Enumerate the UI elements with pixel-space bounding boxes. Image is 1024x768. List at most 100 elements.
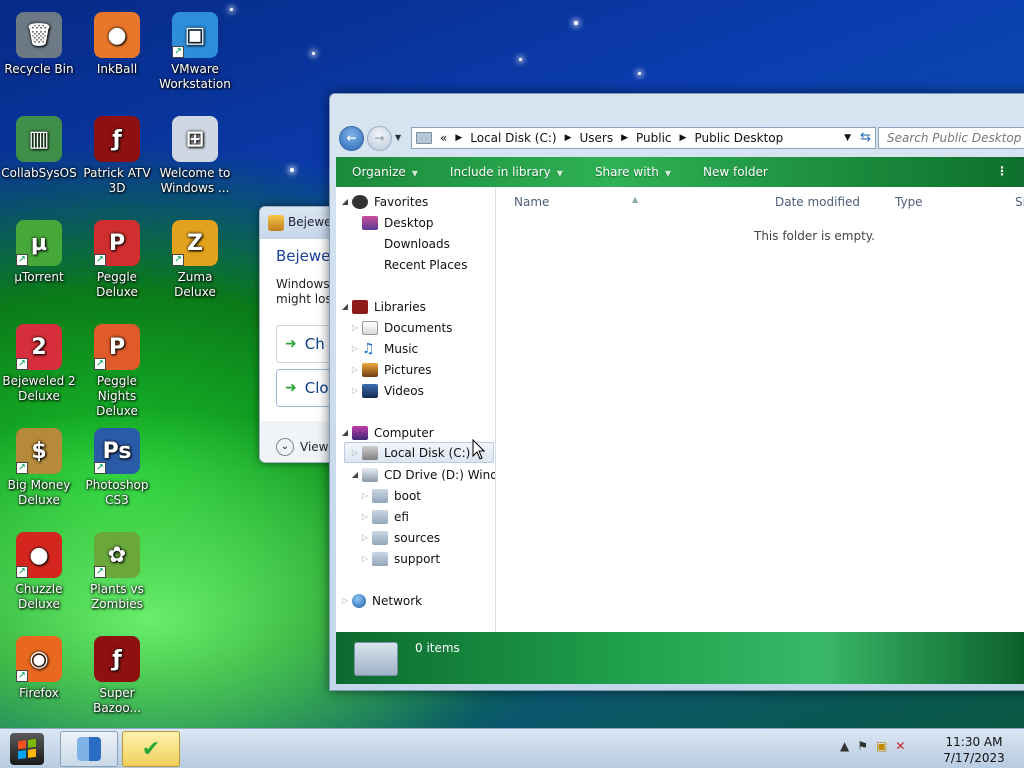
breadcrumb-overflow[interactable]: « (440, 131, 447, 145)
desktop-icon[interactable]: 🗑 Recycle Bin (0, 12, 78, 77)
checklist-icon: ✔ (141, 736, 161, 762)
nav-computer[interactable]: ◢ Computer (340, 422, 434, 443)
nav-music[interactable]: ▷ ♫ Music (350, 338, 418, 359)
nav-favorites[interactable]: ◢ Favorites (340, 191, 428, 212)
shortcut-arrow-icon: ↗ (16, 254, 28, 266)
nav-folder-sources[interactable]: ▷ sources (360, 527, 440, 548)
volume-muted-icon[interactable]: ✕ (895, 739, 905, 753)
collapse-triangle-icon[interactable]: ▷ (360, 533, 370, 542)
collapse-triangle-icon[interactable]: ▷ (340, 596, 350, 605)
breadcrumb-item[interactable]: Local Disk (C:) (470, 131, 556, 145)
dialog-footer[interactable]: ⌄ View (260, 421, 338, 462)
clock-time: 11:30 AM (945, 735, 1003, 749)
expand-triangle-icon[interactable]: ◢ (350, 470, 360, 479)
desktop-icon[interactable]: ● ↗ Chuzzle Deluxe (0, 532, 78, 612)
desktop-icon[interactable]: Z ↗ Zuma Deluxe (156, 220, 234, 300)
desktop-icon[interactable]: ▥ CollabSysOS (0, 116, 78, 181)
share-with-button[interactable]: Share with ▼ (579, 165, 687, 179)
start-button[interactable] (10, 733, 44, 765)
flash-icon: ƒ (94, 116, 140, 162)
nav-libraries[interactable]: ◢ Libraries (340, 296, 426, 317)
nav-network[interactable]: ▷ Network (340, 590, 422, 611)
nav-pictures[interactable]: ▷ Pictures (350, 359, 432, 380)
expand-triangle-icon[interactable]: ◢ (340, 428, 350, 437)
desktop-icon[interactable]: µ ↗ µTorrent (0, 220, 78, 285)
search-input[interactable]: Search Public Desktop (878, 127, 1024, 149)
forward-button[interactable]: → (367, 126, 392, 151)
nav-folder-support[interactable]: ▷ support (360, 548, 440, 569)
dialog-titlebar[interactable]: Bejewel (260, 207, 338, 239)
show-hidden-icons-icon[interactable]: ▲ (840, 739, 849, 753)
wallpaper-star (312, 52, 315, 55)
desktop-icon[interactable]: ✿ ↗ Plants vs Zombies (78, 532, 156, 612)
details-pane: 0 items (336, 632, 1024, 684)
column-type[interactable]: Type (895, 195, 923, 209)
desktop-icon[interactable]: $ ↗ Big Money Deluxe (0, 428, 78, 508)
recycle-bin-icon: 🗑 (16, 12, 62, 58)
taskbar-checklist-button[interactable]: ✔ (122, 731, 180, 767)
collapse-triangle-icon[interactable]: ▷ (350, 448, 360, 457)
desktop-icon-label: Big Money Deluxe (7, 478, 71, 507)
desktop-icon[interactable]: P ↗ Peggle Nights Deluxe (78, 324, 156, 419)
more-options-icon[interactable]: ⋮ (996, 164, 1008, 178)
collapse-triangle-icon[interactable]: ▷ (360, 512, 370, 521)
collapse-triangle-icon[interactable]: ▷ (360, 491, 370, 500)
new-folder-button[interactable]: New folder (687, 165, 784, 179)
desktop-icon-label: Super Bazoo... (93, 686, 141, 715)
collapse-triangle-icon[interactable]: ▷ (350, 365, 360, 374)
organize-button[interactable]: Organize ▼ (336, 165, 434, 179)
address-dropdown-icon[interactable]: ▼ (844, 133, 851, 143)
action-center-flag-icon[interactable]: ⚑ (857, 739, 868, 753)
explorer-window: ← → ▼ « ▶ Local Disk (C:) ▶ Users ▶ Publ… (329, 93, 1024, 691)
network-warning-icon[interactable]: ▣ (876, 739, 887, 753)
desktop-icon[interactable]: ● InkBall (78, 12, 156, 77)
recent-places-icon (362, 258, 378, 272)
nav-downloads[interactable]: Downloads (350, 233, 450, 254)
desktop-icon[interactable]: ƒ Patrick ATV 3D (78, 116, 156, 196)
desktop-icon-label: Patrick ATV 3D (83, 166, 151, 195)
column-date-modified[interactable]: Date modified (775, 195, 860, 209)
windows-logo-icon (18, 738, 36, 760)
desktop-icon[interactable]: Ps ↗ Photoshop CS3 (78, 428, 156, 508)
hard-drive-icon (362, 445, 378, 460)
desktop-icon[interactable]: P ↗ Peggle Deluxe (78, 220, 156, 300)
collapse-triangle-icon[interactable]: ▷ (360, 554, 370, 563)
address-bar[interactable]: « ▶ Local Disk (C:) ▶ Users ▶ Public ▶ P… (411, 127, 876, 149)
include-in-library-button[interactable]: Include in library ▼ (434, 165, 579, 179)
nav-videos[interactable]: ▷ Videos (350, 380, 424, 401)
collapse-triangle-icon[interactable]: ▷ (350, 344, 360, 353)
desktop-icon[interactable]: ◉ ↗ Firefox (0, 636, 78, 701)
back-button[interactable]: ← (339, 126, 364, 151)
desktop-icon[interactable]: ƒ Super Bazoo... (78, 636, 156, 716)
desktop-icon[interactable]: ⊞ Welcome to Windows ... (156, 116, 234, 196)
music-icon: ♫ (362, 340, 375, 357)
recent-pages-dropdown[interactable]: ▼ (395, 133, 401, 142)
taskbar-clock[interactable]: 11:30 AM 7/17/2023 (934, 734, 1014, 766)
breadcrumb-item[interactable]: Public (636, 131, 672, 145)
collapse-triangle-icon[interactable]: ▷ (350, 323, 360, 332)
column-size[interactable]: Si (1015, 195, 1024, 209)
desktop-icon-label: Welcome to Windows ... (159, 166, 231, 195)
include-in-library-label: Include in library (449, 165, 551, 179)
nav-folder-boot[interactable]: ▷ boot (360, 485, 421, 506)
breadcrumb-item[interactable]: Users (579, 131, 613, 145)
expand-triangle-icon[interactable]: ◢ (340, 302, 350, 311)
desktop-icon[interactable]: ▣ ↗ VMware Workstation (156, 12, 234, 92)
plants-vs-zombies-icon: ✿ ↗ (94, 532, 140, 578)
breadcrumb-item[interactable]: Public Desktop (694, 131, 783, 145)
nav-folder-efi[interactable]: ▷ efi (360, 506, 409, 527)
refresh-icon[interactable]: ⇆ (860, 130, 871, 145)
shortcut-arrow-icon: ↗ (16, 670, 28, 682)
file-list-pane[interactable]: Name ▲ Date modified Type Si This folder… (496, 187, 1024, 632)
nav-cd-drive[interactable]: ◢ CD Drive (D:) Windo (350, 464, 496, 485)
expand-triangle-icon[interactable]: ◢ (340, 197, 350, 206)
collapse-triangle-icon[interactable]: ▷ (350, 386, 360, 395)
nav-recent-places[interactable]: Recent Places (350, 254, 467, 275)
finder-icon (77, 737, 101, 761)
column-name[interactable]: Name (514, 195, 549, 209)
nav-documents[interactable]: ▷ Documents (350, 317, 452, 338)
nav-label: CD Drive (D:) Windo (384, 467, 496, 482)
taskbar-finder-button[interactable] (60, 731, 118, 767)
nav-desktop[interactable]: Desktop (350, 212, 434, 233)
desktop-icon[interactable]: 2 ↗ Bejeweled 2 Deluxe (0, 324, 78, 404)
